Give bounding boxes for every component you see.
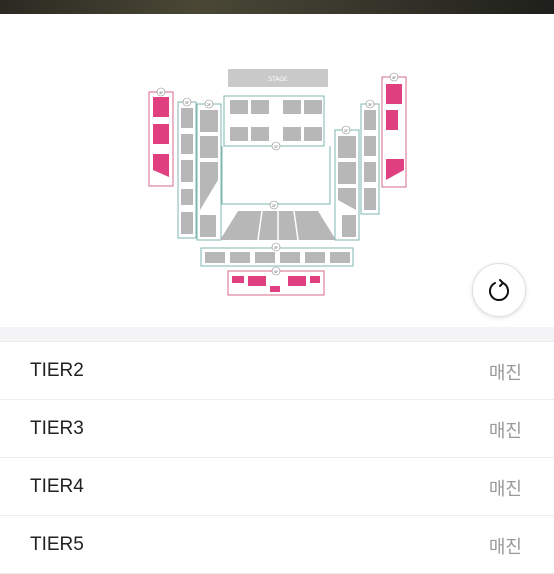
section-3f-right-c[interactable] — [364, 162, 376, 182]
seat-map-panel: STAGE 1F 4F 3F 2F 2F 2F 3F 4F 3F 4F — [0, 14, 554, 328]
section-floor-1e[interactable] — [230, 127, 248, 141]
section-2f-right-b[interactable] — [338, 162, 356, 184]
section-3f-bottom-a[interactable] — [205, 252, 225, 263]
section-3f-right-b[interactable] — [364, 136, 376, 156]
tier-status: 매진 — [488, 421, 522, 442]
section-4f-bottom-a[interactable] — [232, 276, 244, 283]
section-separator — [0, 327, 554, 342]
section-4f-bottom-d[interactable] — [288, 276, 306, 286]
section-2f-left-c[interactable] — [200, 162, 218, 210]
section-3f-bottom-d[interactable] — [280, 252, 300, 263]
section-3f-left-c[interactable] — [181, 160, 193, 182]
tier-name: TIER4 — [30, 476, 84, 497]
refresh-icon — [489, 279, 509, 302]
section-3f-bottom-b[interactable] — [230, 252, 250, 263]
refresh-button[interactable] — [472, 263, 526, 317]
section-4f-right-c[interactable] — [386, 159, 404, 180]
section-3f-bottom-e[interactable] — [305, 252, 325, 263]
tier-status: 매진 — [488, 479, 522, 500]
tier-list: TIER2 매진 TIER3 매진 TIER4 매진 TIER5 매진 — [0, 342, 554, 574]
section-3f-bottom-f[interactable] — [330, 252, 350, 263]
section-4f-bottom-b[interactable] — [248, 276, 266, 286]
section-floor-1f[interactable] — [251, 127, 269, 141]
floor-label-3f-bottom: 3F — [274, 246, 278, 250]
section-2f-right-d[interactable] — [342, 215, 356, 237]
section-3f-right-a[interactable] — [364, 110, 376, 130]
floor-label-4f-bottom: 4F — [274, 270, 278, 274]
tier-name: TIER3 — [30, 418, 84, 439]
section-2f-left-d[interactable] — [200, 215, 216, 237]
section-3f-left-a[interactable] — [181, 108, 193, 128]
section-4f-left-c[interactable] — [153, 154, 169, 177]
section-4f-bottom-c[interactable] — [270, 286, 280, 292]
section-3f-right-d[interactable] — [364, 188, 376, 210]
section-floor-1d[interactable] — [304, 100, 322, 114]
tier-name: TIER2 — [30, 360, 84, 381]
tier-row[interactable]: TIER5 매진 — [0, 516, 554, 574]
floor-label-2f-right: 2F — [344, 129, 348, 133]
tier-row[interactable]: TIER3 매진 — [0, 400, 554, 458]
section-4f-right-b[interactable] — [386, 110, 398, 130]
section-2f-right-a[interactable] — [338, 136, 356, 158]
section-2f-left-a[interactable] — [200, 110, 218, 132]
section-3f-bottom-c[interactable] — [255, 252, 275, 263]
stage-label: STAGE — [268, 76, 288, 83]
section-2f-left-b[interactable] — [200, 136, 218, 158]
section-floor-1g[interactable] — [283, 127, 301, 141]
section-floor-1c[interactable] — [283, 100, 301, 114]
section-3f-left-e[interactable] — [181, 212, 193, 234]
floor-label-4f-right: 4F — [392, 76, 396, 80]
section-3f-left-b[interactable] — [181, 134, 193, 154]
section-floor-1b[interactable] — [251, 100, 269, 114]
seat-map[interactable]: STAGE 1F 4F 3F 2F 2F 2F 3F 4F 3F 4F — [0, 14, 554, 327]
top-photo-strip — [0, 0, 554, 14]
section-4f-bottom-e[interactable] — [310, 276, 320, 283]
tier-row[interactable]: TIER2 매진 — [0, 342, 554, 400]
floor-outline-lines — [221, 146, 331, 205]
floor-label-4f-left: 4F — [159, 91, 163, 95]
tier-name: TIER5 — [30, 534, 84, 555]
floor-label-1f: 1F — [274, 145, 278, 149]
section-floor-1a[interactable] — [230, 100, 248, 114]
floor-label-2f-center: 2F — [272, 204, 276, 208]
section-3f-left-d[interactable] — [181, 189, 193, 205]
tier-status: 매진 — [488, 363, 522, 384]
section-4f-left-b[interactable] — [153, 124, 169, 144]
section-floor-1h[interactable] — [304, 127, 322, 141]
tier-row[interactable]: TIER4 매진 — [0, 458, 554, 516]
floor-label-3f-left: 3F — [185, 101, 189, 105]
section-2f-right-c[interactable] — [338, 188, 356, 210]
section-4f-right-a[interactable] — [386, 84, 402, 104]
floor-label-2f-left: 2F — [207, 103, 211, 107]
tier-status: 매진 — [488, 537, 522, 558]
section-4f-left-a[interactable] — [153, 97, 169, 117]
floor-label-3f-right: 3F — [368, 103, 372, 107]
